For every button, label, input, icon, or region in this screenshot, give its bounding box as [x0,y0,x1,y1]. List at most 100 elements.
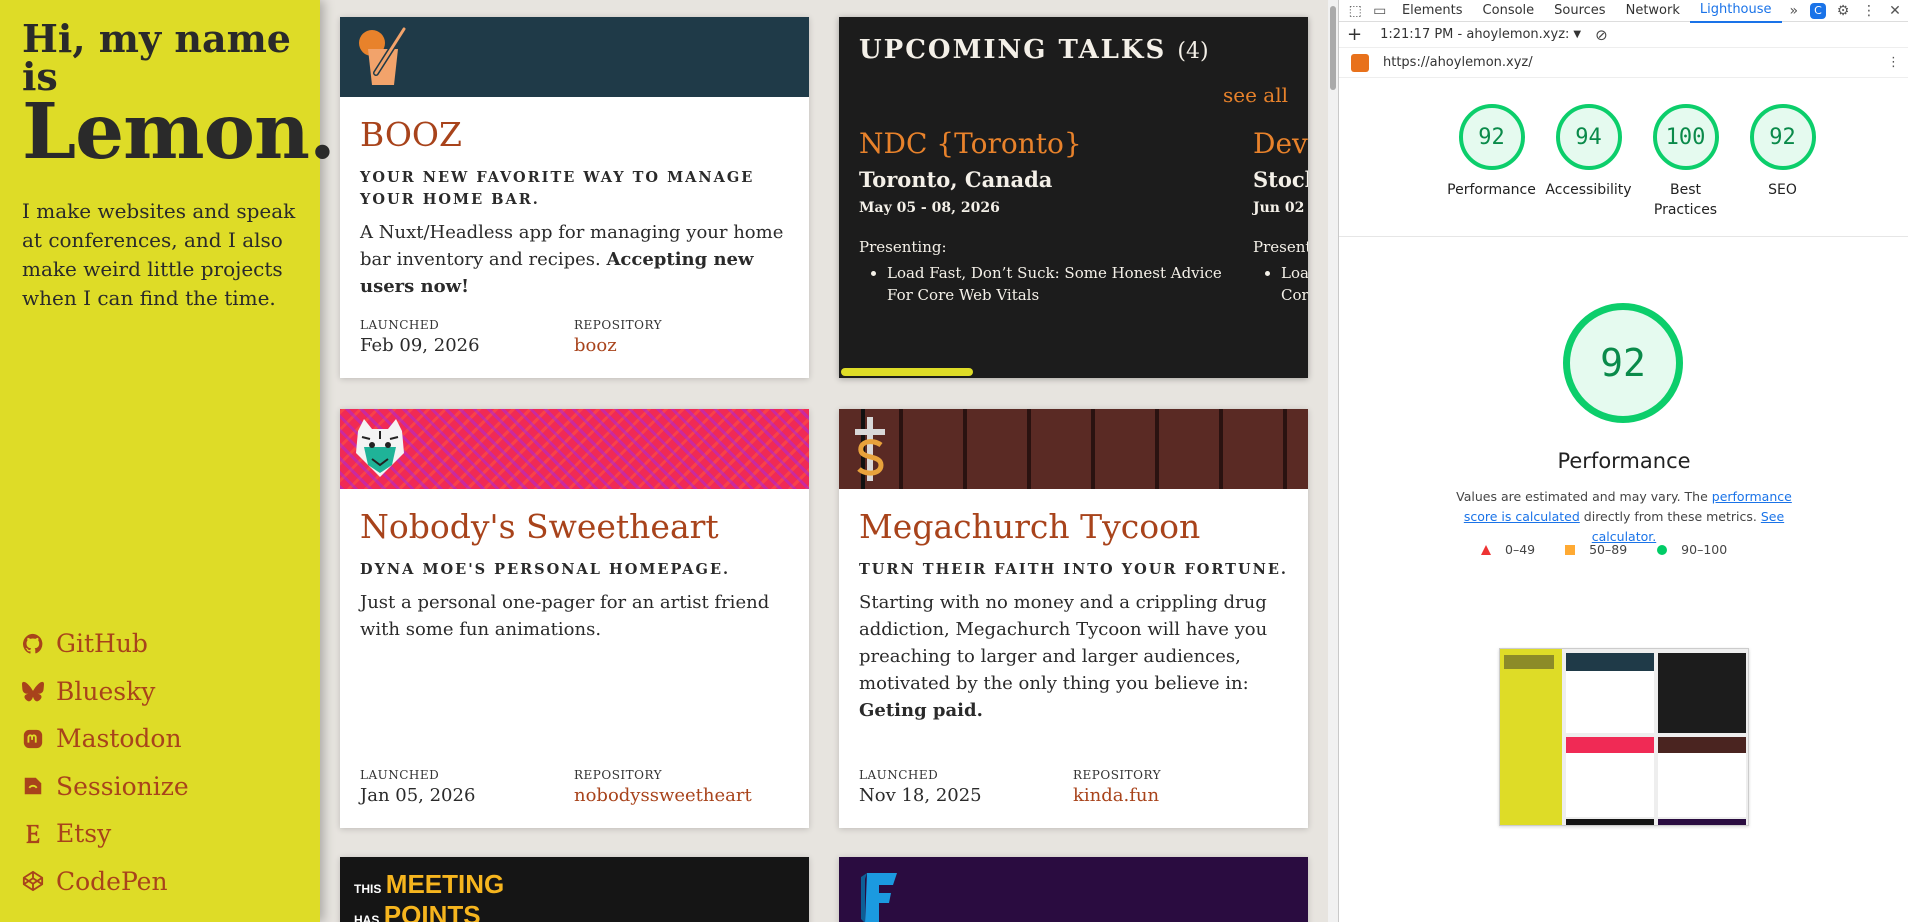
meeting-logo: THIS MEETING HAS POINTS [354,869,505,922]
talks-scrollbar[interactable] [841,368,973,376]
site-brand: Lemon. [22,87,336,177]
launched-date: Jan 05, 2026 [360,785,476,806]
project-card-nobodys-sweetheart[interactable]: Nobody's Sweetheart Dyna Moe's personal … [340,409,809,828]
sidebar: Hi, my name is Lemon. I make websites an… [0,0,336,922]
score-label: Performance [1447,182,1536,198]
project-card-megachurch-tycoon[interactable]: Megachurch Tycoon Turn their faith into … [839,409,1308,828]
talk-presenting-label: Present [1253,238,1308,256]
score-value: 92 [1749,104,1816,170]
repository-link[interactable]: kinda.fun [1073,785,1287,806]
see-all-link[interactable]: see all [1223,83,1288,107]
performance-heading: Performance [1557,449,1691,473]
talk-dates: Jun 02 - [1253,200,1308,216]
social-link-sessionize[interactable]: Sessionize [22,763,189,811]
bio-text: I make websites and speak at conferences… [22,199,296,311]
score-gauge-best-practices[interactable]: 100 Best Practices [1637,104,1734,220]
score-gauge-seo[interactable]: 92 SEO [1734,104,1831,220]
talks-heading: UPCOMING TALKS (4) [859,35,1209,65]
score-legend: 0–49 50–89 90–100 [1481,542,1757,557]
talk-list: Load Core [1253,262,1308,306]
card-meta: Launched Jan 05, 2026 Repository nobodys… [360,768,789,806]
repository-link[interactable]: nobodyssweetheart [574,785,788,806]
more-tabs-icon[interactable]: » [1782,3,1806,19]
talk-title: Load Core [1281,262,1308,306]
social-link-label[interactable]: Bluesky [56,677,155,706]
score-label: Accessibility [1545,182,1632,198]
page-scrollbar[interactable] [1328,0,1338,922]
legend-fail: 0–49 [1481,542,1535,557]
inspect-element-icon[interactable]: ⬚ [1343,3,1367,19]
report-url[interactable]: https://ahoylemon.xyz/ [1383,55,1533,70]
score-value: 92 [1458,104,1525,170]
project-card-booz[interactable]: BOOZ Your new favorite way to manage you… [340,17,809,378]
triangle-icon [1481,544,1491,555]
talk-event[interactable]: NDC {Toronto} [859,127,1239,161]
mastodon-icon [22,728,44,750]
card-body: BOOZ Your new favorite way to manage you… [340,115,809,300]
social-link-bluesky[interactable]: Bluesky [22,668,189,716]
upcoming-talks-panel: UPCOMING TALKS (4) see all NDC {Toronto}… [839,17,1308,378]
tiger-icon [356,419,404,477]
repository-link[interactable]: booz [574,335,788,356]
launched-date: Nov 18, 2025 [859,785,982,806]
cross-dollar-icon [855,417,885,481]
score-gauge-accessibility[interactable]: 94 Accessibility [1540,104,1637,220]
social-link-etsy[interactable]: Etsy [22,810,189,858]
tab-elements[interactable]: Elements [1392,0,1473,22]
repository-label: Repository [574,318,663,332]
card-body: Nobody's Sweetheart Dyna Moe's personal … [340,507,809,643]
section-divider [1339,236,1908,237]
new-report-icon[interactable]: + [1347,24,1362,45]
card-meta: Launched Feb 09, 2026 Repository booz [360,318,789,356]
chevron-down-icon[interactable]: ▼ [1573,29,1581,40]
tab-network[interactable]: Network [1616,0,1690,22]
card-description: A Nuxt/Headless app for managing your ho… [360,222,784,297]
tab-sources[interactable]: Sources [1544,0,1615,22]
device-toolbar-icon[interactable]: ▭ [1367,3,1391,19]
talk-location: Toronto, Canada [859,167,1053,192]
legend-pass: 90–100 [1657,542,1727,557]
score-gauge-performance[interactable]: 92 Performance [1443,104,1540,220]
talk-item[interactable]: DevS Stockh Jun 02 - Present Load Core [1253,127,1308,306]
talk-item[interactable]: NDC {Toronto} Toronto, Canada May 05 - 0… [859,127,1239,306]
talk-event[interactable]: DevS [1253,127,1308,161]
social-link-mastodon[interactable]: Mastodon [22,715,189,763]
card-title[interactable]: Nobody's Sweetheart [360,507,789,547]
card-subtitle: Turn their faith into your fortune. [859,561,1288,578]
repository-label: Repository [1073,768,1162,782]
score-value: 94 [1555,104,1622,170]
page-screenshot-thumbnail[interactable] [1499,648,1749,826]
sessionize-icon [22,775,44,797]
social-link-label[interactable]: CodePen [56,867,168,896]
score-label: SEO [1768,182,1797,198]
card-title[interactable]: BOOZ [360,115,789,155]
social-link-label[interactable]: GitHub [56,629,148,658]
score-value: 100 [1652,104,1719,170]
talk-location: Stockh [1253,167,1308,192]
report-select[interactable]: 1:21:17 PM - ahoylemon.xyz: [1380,27,1569,42]
codepen-icon [22,870,44,892]
project-card-meeting-has-points[interactable]: THIS MEETING HAS POINTS [340,857,809,922]
social-link-github[interactable]: GitHub [22,620,189,668]
card-title[interactable]: Megachurch Tycoon [859,507,1288,547]
devtools-panel: ⬚ ▭ Elements Console Sources Network Lig… [1338,0,1908,922]
social-link-label[interactable]: Etsy [56,819,111,848]
bluesky-icon [22,680,44,702]
report-menu-icon[interactable]: ⋮ [1887,55,1900,70]
social-link-codepen[interactable]: CodePen [22,858,189,906]
greeting: Hi, my name is [22,16,291,99]
social-link-label[interactable]: Mastodon [56,724,182,753]
tab-lighthouse[interactable]: Lighthouse [1689,0,1782,23]
scrollbar-thumb[interactable] [1330,6,1336,90]
talk-title: Load Fast, Don’t Suck: Some Honest Advic… [887,262,1239,306]
project-card-purple[interactable] [839,857,1308,922]
card-description: Just a personal one-pager for an artist … [360,592,770,640]
social-link-label[interactable]: Sessionize [56,772,189,801]
kebab-menu-icon[interactable]: ⋮ [1856,3,1882,19]
clear-report-icon[interactable]: ⊘ [1595,26,1608,44]
settings-gear-icon[interactable]: ⚙ [1830,3,1856,19]
close-icon[interactable]: ✕ [1882,3,1908,19]
extension-icon[interactable]: C [1810,2,1826,19]
tab-console[interactable]: Console [1473,0,1545,22]
card-subtitle: Your new favorite way to manage your hom… [360,169,755,208]
